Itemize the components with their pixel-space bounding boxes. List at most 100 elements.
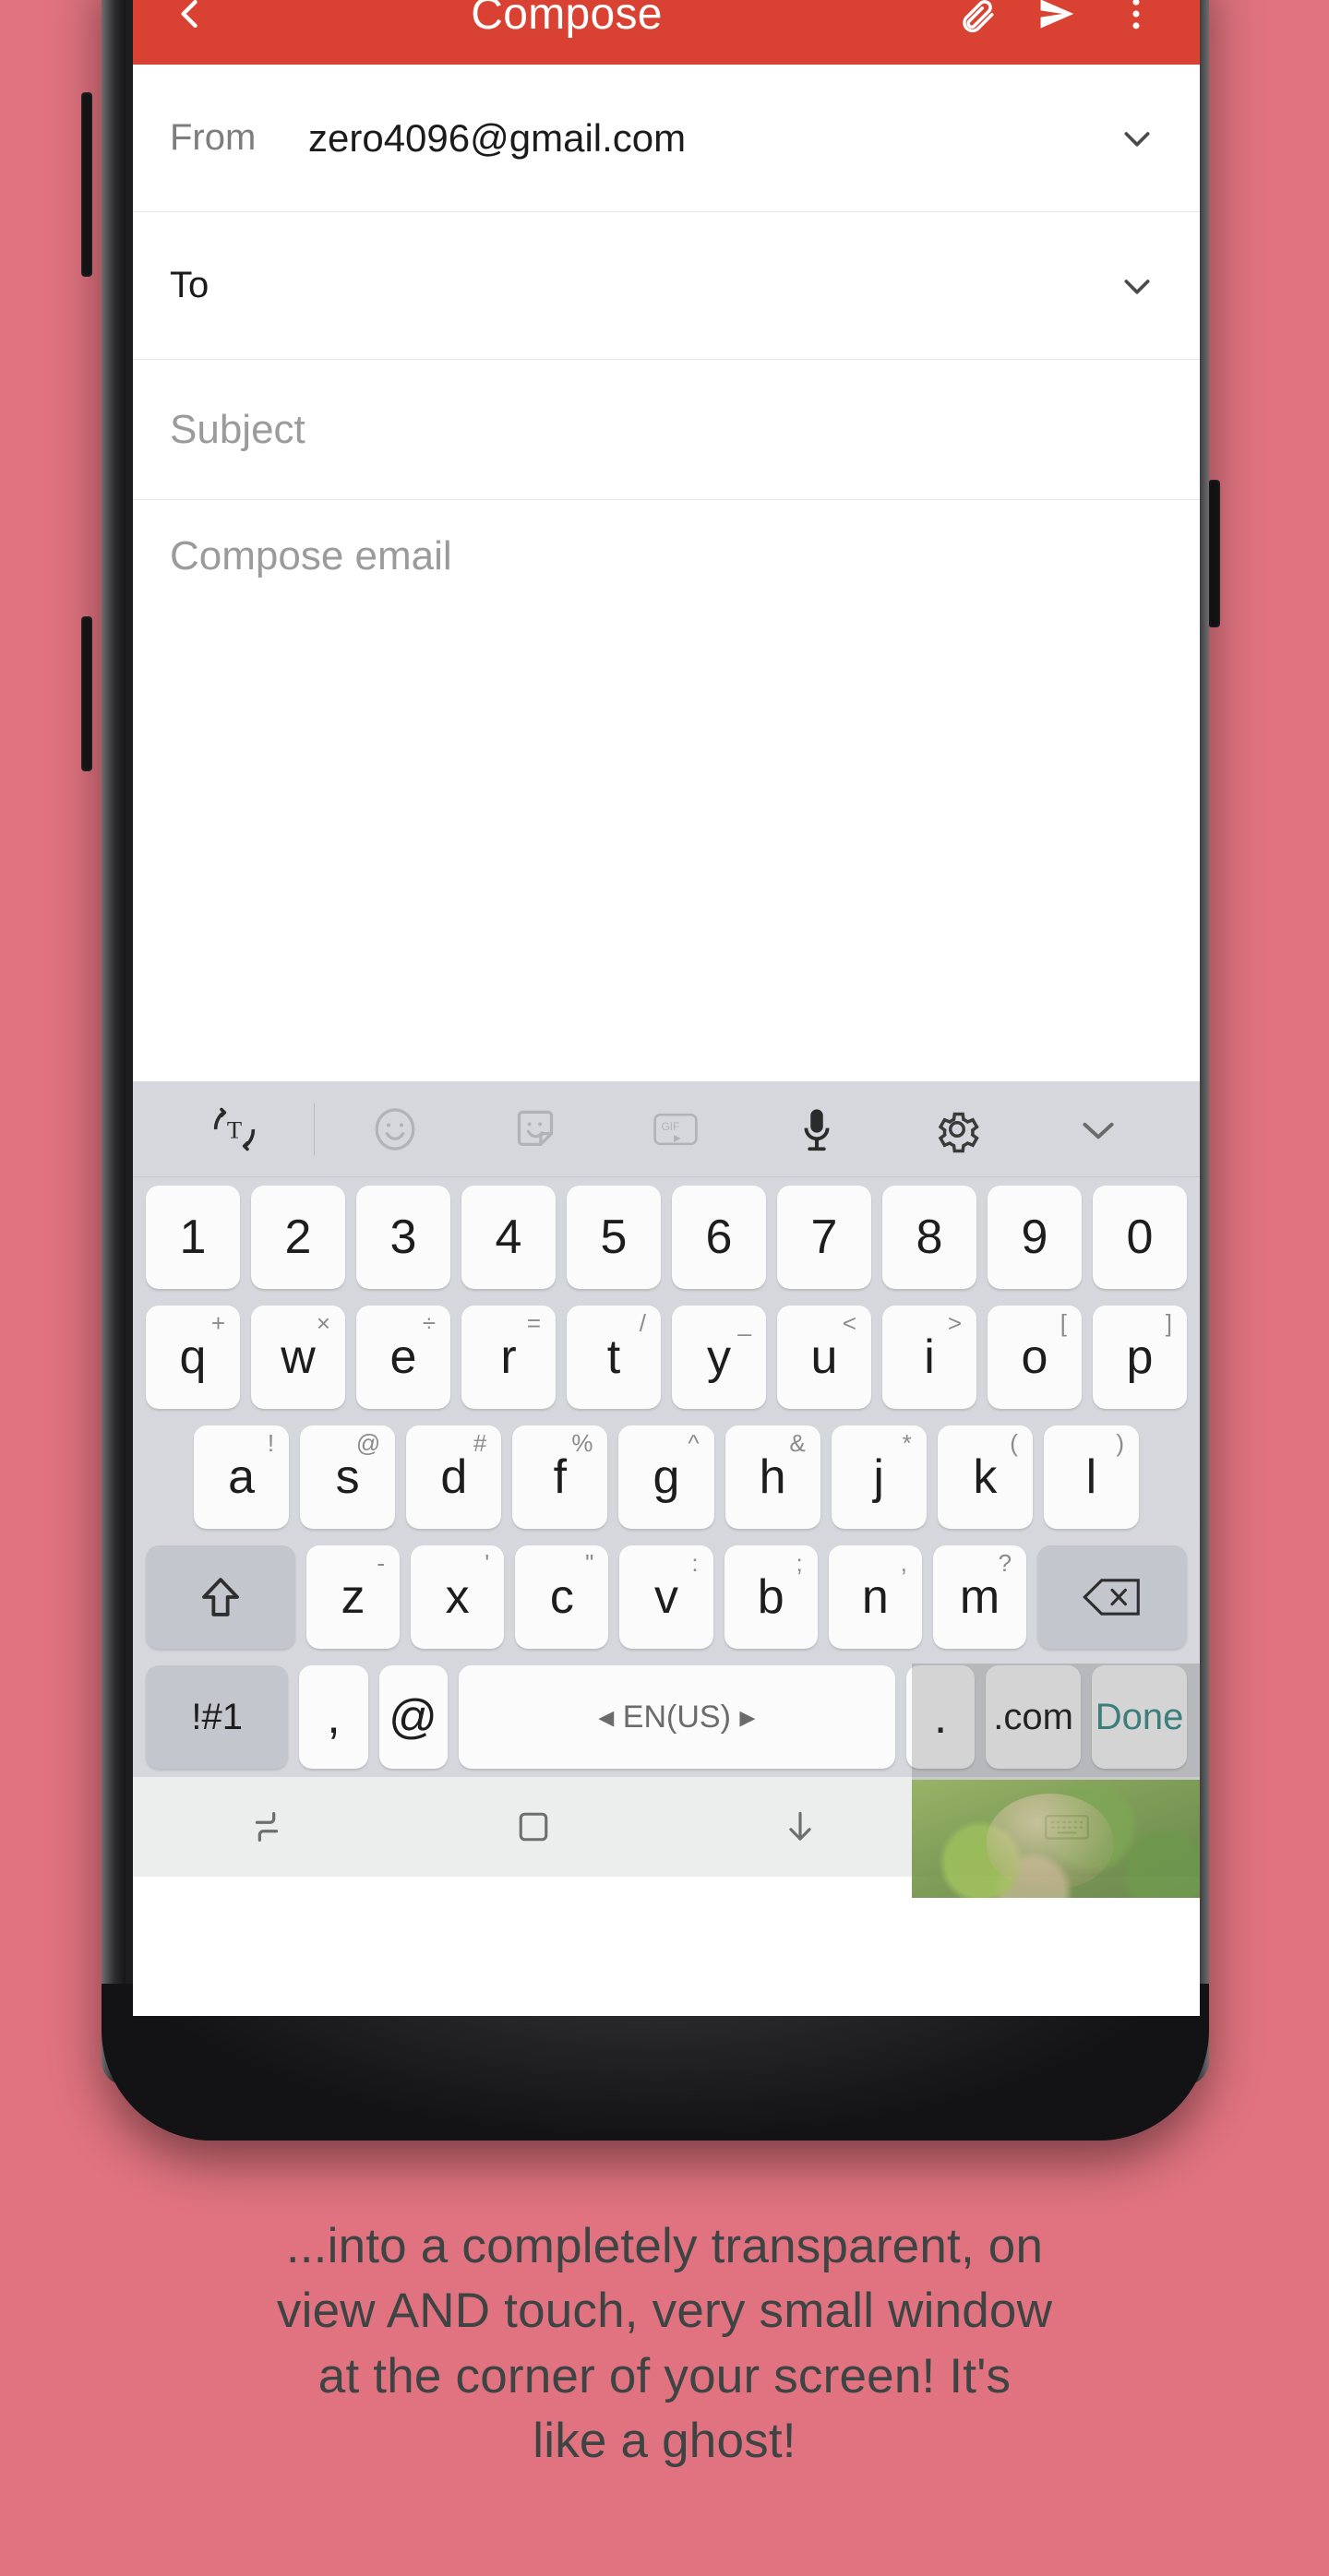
key-y-label: y — [707, 1330, 731, 1384]
key-j-alt: * — [902, 1429, 912, 1457]
key-v-alt: : — [691, 1549, 699, 1577]
key-o[interactable]: [ o — [988, 1306, 1082, 1409]
volume-down-button[interactable] — [81, 616, 92, 771]
from-value: zero4096@gmail.com — [308, 115, 687, 160]
caption-line-3: at the corner of your screen! It's — [317, 2348, 1012, 2403]
key-period[interactable]: . — [906, 1665, 976, 1769]
key-6[interactable]: 6 — [672, 1186, 766, 1289]
key-j[interactable]: * j — [831, 1425, 927, 1529]
key-0[interactable]: 0 — [1093, 1186, 1187, 1289]
emoji-icon[interactable] — [324, 1081, 464, 1177]
key-p-alt: ] — [1165, 1309, 1172, 1337]
key-c-label: c — [549, 1570, 574, 1624]
key-5[interactable]: 5 — [567, 1186, 661, 1289]
settings-gear-icon[interactable] — [887, 1081, 1027, 1177]
key-a[interactable]: ! a — [194, 1425, 290, 1529]
chevron-down-icon[interactable] — [1028, 1081, 1168, 1177]
key-t-label: t — [606, 1330, 621, 1384]
key-m-label: m — [959, 1570, 1000, 1624]
hide-keyboard-arrow-down-icon[interactable] — [666, 1777, 933, 1877]
key-f-label: f — [553, 1450, 568, 1504]
key-k-alt: ( — [1010, 1429, 1018, 1457]
keyboard-row-qwerty: + q × w ÷ e = r / t _ y < u > i [o] p — [133, 1297, 1200, 1417]
key-2[interactable]: 2 — [251, 1186, 345, 1289]
subject-input[interactable]: Subject — [170, 407, 1163, 453]
key-l-alt: ) — [1116, 1429, 1124, 1457]
chevron-down-icon[interactable] — [1111, 113, 1163, 164]
key-d[interactable]: # d — [406, 1425, 502, 1529]
caption-line-1: ...into a completely transparent, on — [285, 2219, 1044, 2273]
symbols-key[interactable]: !#1 — [146, 1665, 289, 1769]
keyboard-switch-icon[interactable] — [933, 1777, 1200, 1877]
key-f-alt: % — [571, 1429, 593, 1457]
compose-body-input[interactable]: Compose email — [133, 500, 1200, 1081]
subject-field-row[interactable]: Subject — [133, 360, 1200, 500]
volume-up-button[interactable] — [81, 92, 92, 277]
key-3[interactable]: 3 — [356, 1186, 450, 1289]
key-i-alt: > — [947, 1309, 962, 1337]
key-l[interactable]: ) l — [1043, 1425, 1139, 1529]
key-u[interactable]: < u — [777, 1306, 871, 1409]
key-y[interactable]: _ y — [672, 1306, 766, 1409]
gif-icon[interactable]: GIF — [605, 1081, 746, 1177]
backspace-icon[interactable] — [1037, 1545, 1187, 1649]
key-e-alt: ÷ — [422, 1309, 436, 1337]
microphone-icon[interactable] — [747, 1081, 887, 1177]
power-button[interactable] — [1208, 480, 1220, 627]
key-h[interactable]: & h — [724, 1425, 820, 1529]
frame-edge-left — [102, 0, 126, 2085]
key-r[interactable]: = r — [461, 1306, 556, 1409]
keyboard-toolbar: T GIF — [133, 1081, 1200, 1177]
key-e-label: e — [389, 1330, 417, 1384]
chevron-down-icon[interactable] — [1111, 260, 1163, 312]
more-vertical-icon[interactable] — [1096, 0, 1176, 47]
key-e[interactable]: ÷ e — [356, 1306, 450, 1409]
sticker-icon[interactable] — [465, 1081, 605, 1177]
key-w[interactable]: × w — [251, 1306, 345, 1409]
attach-file-icon[interactable] — [938, 0, 1017, 47]
key-f[interactable]: % f — [512, 1425, 608, 1529]
key-x[interactable]: ' x — [411, 1545, 505, 1649]
dotcom-key[interactable]: .com — [986, 1665, 1082, 1769]
key-o-alt: [ — [1060, 1309, 1067, 1337]
key-i[interactable]: > i — [882, 1306, 976, 1409]
keyboard-row-bottom: !#1 , @ ◂ EN(US) ▸ . .com Done — [133, 1657, 1200, 1777]
key-9[interactable]: 9 — [988, 1186, 1082, 1289]
key-n[interactable]: , n — [828, 1545, 922, 1649]
key-m[interactable]: ? m — [932, 1545, 1027, 1649]
key-7[interactable]: 7 — [777, 1186, 871, 1289]
key-b-alt: ; — [796, 1549, 803, 1577]
key-k[interactable]: ( k — [937, 1425, 1033, 1529]
to-field-row[interactable]: To — [133, 212, 1200, 360]
key-b[interactable]: ; b — [724, 1545, 818, 1649]
key-p[interactable]: ] p — [1093, 1306, 1187, 1409]
key-n-alt: , — [900, 1549, 907, 1577]
recents-icon[interactable] — [133, 1777, 400, 1877]
key-g[interactable]: ^ g — [618, 1425, 714, 1529]
key-4[interactable]: 4 — [461, 1186, 556, 1289]
done-key[interactable]: Done — [1092, 1665, 1188, 1769]
key-at[interactable]: @ — [378, 1665, 448, 1769]
key-1[interactable]: 1 — [146, 1186, 240, 1289]
key-r-alt: = — [526, 1309, 541, 1337]
key-u-label: u — [810, 1330, 838, 1384]
key-v[interactable]: : v — [619, 1545, 713, 1649]
home-square-icon[interactable] — [400, 1777, 666, 1877]
key-n-label: n — [861, 1570, 889, 1624]
spacebar[interactable]: ◂ EN(US) ▸ — [458, 1665, 896, 1769]
key-q[interactable]: + q — [146, 1306, 240, 1409]
key-q-alt: + — [210, 1309, 225, 1337]
from-field-row[interactable]: From zero4096@gmail.com — [133, 65, 1200, 212]
key-c[interactable]: " c — [515, 1545, 609, 1649]
send-icon[interactable] — [1017, 0, 1096, 47]
key-8[interactable]: 8 — [882, 1186, 976, 1289]
translate-icon[interactable]: T — [164, 1081, 305, 1177]
key-y-alt: _ — [737, 1309, 751, 1337]
shift-arrow-up-icon[interactable] — [146, 1545, 295, 1649]
key-a-alt: ! — [267, 1429, 275, 1457]
key-t[interactable]: / t — [567, 1306, 661, 1409]
key-z[interactable]: - z — [305, 1545, 401, 1649]
key-s[interactable]: @ s — [300, 1425, 396, 1529]
key-comma[interactable]: , — [299, 1665, 368, 1769]
from-label: From — [170, 117, 257, 158]
